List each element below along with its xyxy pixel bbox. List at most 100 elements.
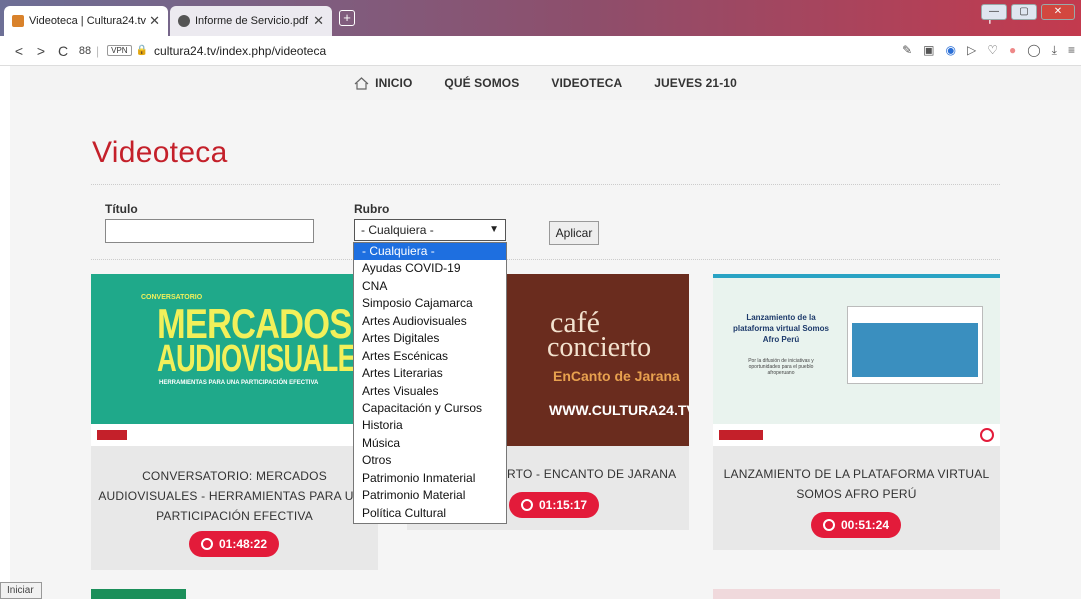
video-card[interactable]: Lanzamiento de la plataforma virtual Som… bbox=[713, 274, 1000, 550]
nav-jueves[interactable]: JUEVES 21-10 bbox=[654, 76, 737, 90]
dropdown-option[interactable]: Otros bbox=[354, 452, 506, 469]
speed-dial-button[interactable]: 88 bbox=[74, 45, 96, 57]
toolbar-icons: ✎ ▣ ◉ ▷ ♡ ● ◯ ⤓ ≡ bbox=[902, 43, 1075, 58]
globe-icon bbox=[178, 15, 190, 27]
menu-icon[interactable]: ≡ bbox=[1068, 43, 1075, 58]
video-thumbnail-partial[interactable] bbox=[91, 589, 186, 599]
taskbar-start-button[interactable]: Iniciar bbox=[0, 582, 42, 599]
tab-videoteca[interactable]: Videoteca | Cultura24.tv ✕ bbox=[4, 6, 168, 36]
thumb-title-2: AUDIOVISUALES bbox=[157, 338, 373, 380]
rubro-selected-value: - Cualquiera - bbox=[361, 223, 434, 237]
clock-icon bbox=[200, 538, 213, 550]
video-thumbnail[interactable]: CONVERSATORIO MERCADOS AUDIOVISUALES HER… bbox=[91, 274, 378, 446]
video-title-line: RTO - ENCANTO DE JARANA bbox=[507, 467, 677, 481]
address-bar: < > C 88 | VPN 🔒 cultura24.tv/index.php/… bbox=[0, 36, 1081, 66]
thumb-logo-strip bbox=[91, 424, 378, 446]
dropdown-option[interactable]: Artes Escénicas bbox=[354, 348, 506, 365]
clock-icon bbox=[520, 499, 533, 511]
thumb-screenshot bbox=[847, 306, 983, 384]
titulo-label: Título bbox=[105, 202, 138, 216]
tab-label: Informe de Servicio.pdf bbox=[195, 15, 309, 27]
maximize-button[interactable]: ▢ bbox=[1011, 4, 1037, 20]
rubro-label: Rubro bbox=[354, 202, 390, 216]
thumb-title: Lanzamiento de la plataforma virtual Som… bbox=[732, 313, 830, 344]
tab-informe-pdf[interactable]: Informe de Servicio.pdf ✕ bbox=[170, 6, 332, 36]
dropdown-option[interactable]: Artes Literarias bbox=[354, 365, 506, 382]
minimize-button[interactable]: — bbox=[981, 4, 1007, 20]
download-icon[interactable]: ⤓ bbox=[1052, 43, 1057, 58]
dropdown-option[interactable]: Patrimonio Inmaterial bbox=[354, 470, 506, 487]
clock-icon bbox=[822, 519, 835, 531]
shield-icon[interactable]: ◉ bbox=[946, 43, 956, 58]
reload-button[interactable]: C bbox=[52, 43, 74, 59]
video-title-line: AUDIOVISUALES - HERRAMIENTAS PARA UNA bbox=[98, 489, 371, 503]
cultura24-favicon-icon bbox=[12, 15, 24, 27]
browser-tab-bar: Videoteca | Cultura24.tv ✕ Informe de Se… bbox=[0, 0, 1081, 36]
video-title: CONVERSATORIO: MERCADOS AUDIOVISUALES - … bbox=[91, 466, 378, 526]
duration-badge: 01:15:17 bbox=[509, 492, 599, 518]
video-title-line: SOMOS AFRO PERÚ bbox=[796, 487, 917, 501]
dropdown-option[interactable]: Música bbox=[354, 435, 506, 452]
new-tab-button[interactable]: + bbox=[339, 10, 355, 26]
main-content: Videoteca Título Rubro - Cualquiera - ▼ … bbox=[10, 100, 1081, 599]
dropdown-option[interactable]: Simposio Cajamarca bbox=[354, 295, 506, 312]
nav-videoteca[interactable]: VIDEOTECA bbox=[551, 76, 622, 90]
peru-logo-icon bbox=[97, 430, 127, 440]
nav-que-somos[interactable]: QUÉ SOMOS bbox=[444, 76, 519, 90]
cube-icon[interactable]: ◯ bbox=[1027, 43, 1040, 58]
aplicar-button[interactable]: Aplicar bbox=[549, 221, 599, 245]
dropdown-option[interactable]: Política Cultural bbox=[354, 505, 506, 522]
edit-icon[interactable]: ✎ bbox=[902, 43, 912, 58]
dropdown-option[interactable]: Historia bbox=[354, 417, 506, 434]
dropdown-option[interactable]: Artes Visuales bbox=[354, 383, 506, 400]
window-controls: — ▢ ✕ bbox=[981, 4, 1075, 20]
video-title-line: PARTICIPACIÓN EFECTIVA bbox=[156, 509, 313, 523]
dropdown-option[interactable]: Ayudas COVID-19 bbox=[354, 260, 506, 277]
tab-close-icon[interactable]: ✕ bbox=[149, 13, 160, 29]
thumb-logo-strip bbox=[713, 424, 1000, 446]
extension-icon[interactable]: ● bbox=[1009, 43, 1016, 58]
video-thumbnail-partial[interactable] bbox=[713, 589, 1000, 599]
record-icon bbox=[980, 428, 994, 442]
thumb-screenshot-banner bbox=[852, 323, 978, 377]
url-field[interactable]: cultura24.tv/index.php/videoteca bbox=[154, 44, 326, 58]
video-thumbnail[interactable]: Lanzamiento de la plataforma virtual Som… bbox=[713, 274, 1000, 446]
heart-icon[interactable]: ♡ bbox=[987, 43, 998, 58]
thumb-url: WWW.CULTURA24.TV bbox=[549, 402, 689, 418]
chevron-down-icon: ▼ bbox=[489, 224, 499, 235]
dropdown-option[interactable]: Artes Audiovisuales bbox=[354, 313, 506, 330]
duration-text: 01:48:22 bbox=[218, 537, 268, 551]
duration-text: 00:51:24 bbox=[840, 518, 890, 532]
video-title-line: CONVERSATORIO: MERCADOS bbox=[142, 469, 327, 483]
dropdown-option[interactable]: Patrimonio Material bbox=[354, 487, 506, 504]
thumb-sub: Por la difusión de iniciativas y oportun… bbox=[748, 358, 814, 376]
duration-badge: 01:48:22 bbox=[189, 531, 279, 557]
page-title: Videoteca bbox=[92, 136, 228, 169]
dropdown-option[interactable]: - Cualquiera - bbox=[354, 243, 506, 261]
video-card[interactable]: CONVERSATORIO MERCADOS AUDIOVISUALES HER… bbox=[91, 274, 378, 570]
play-icon[interactable]: ▷ bbox=[967, 43, 976, 58]
nav-inicio[interactable]: INICIO bbox=[354, 76, 412, 90]
close-window-button[interactable]: ✕ bbox=[1041, 4, 1075, 20]
vpn-badge[interactable]: VPN bbox=[107, 45, 132, 56]
thumb-top-bar bbox=[713, 274, 1000, 278]
camera-icon[interactable]: ▣ bbox=[923, 43, 934, 58]
titulo-input[interactable] bbox=[105, 219, 314, 243]
filter-form: Título Rubro - Cualquiera - ▼ Aplicar bbox=[91, 184, 1000, 260]
video-title: LANZAMIENTO DE LA PLATAFORMA VIRTUAL SOM… bbox=[713, 464, 1000, 504]
forward-button[interactable]: > bbox=[30, 43, 52, 59]
duration-text: 01:15:17 bbox=[538, 498, 588, 512]
dropdown-option[interactable]: CNA bbox=[354, 278, 506, 295]
thumb-title-2: concierto bbox=[547, 332, 652, 363]
tab-close-icon[interactable]: ✕ bbox=[313, 13, 324, 29]
tab-label: Videoteca | Cultura24.tv bbox=[29, 15, 147, 27]
nav-label: INICIO bbox=[375, 76, 413, 90]
rubro-select[interactable]: - Cualquiera - ▼ bbox=[354, 219, 506, 241]
dropdown-option[interactable]: Artes Digitales bbox=[354, 330, 506, 347]
back-button[interactable]: < bbox=[8, 43, 30, 59]
rubro-dropdown-list: - Cualquiera - Ayudas COVID-19 CNA Simpo… bbox=[353, 242, 507, 524]
thumb-sub: HERRAMIENTAS PARA UNA PARTICIPACIÓN EFEC… bbox=[159, 380, 319, 386]
site-nav: INICIO QUÉ SOMOS VIDEOTECA JUEVES 21-10 bbox=[10, 66, 1081, 100]
duration-badge: 00:51:24 bbox=[811, 512, 901, 538]
dropdown-option[interactable]: Capacitación y Cursos bbox=[354, 400, 506, 417]
